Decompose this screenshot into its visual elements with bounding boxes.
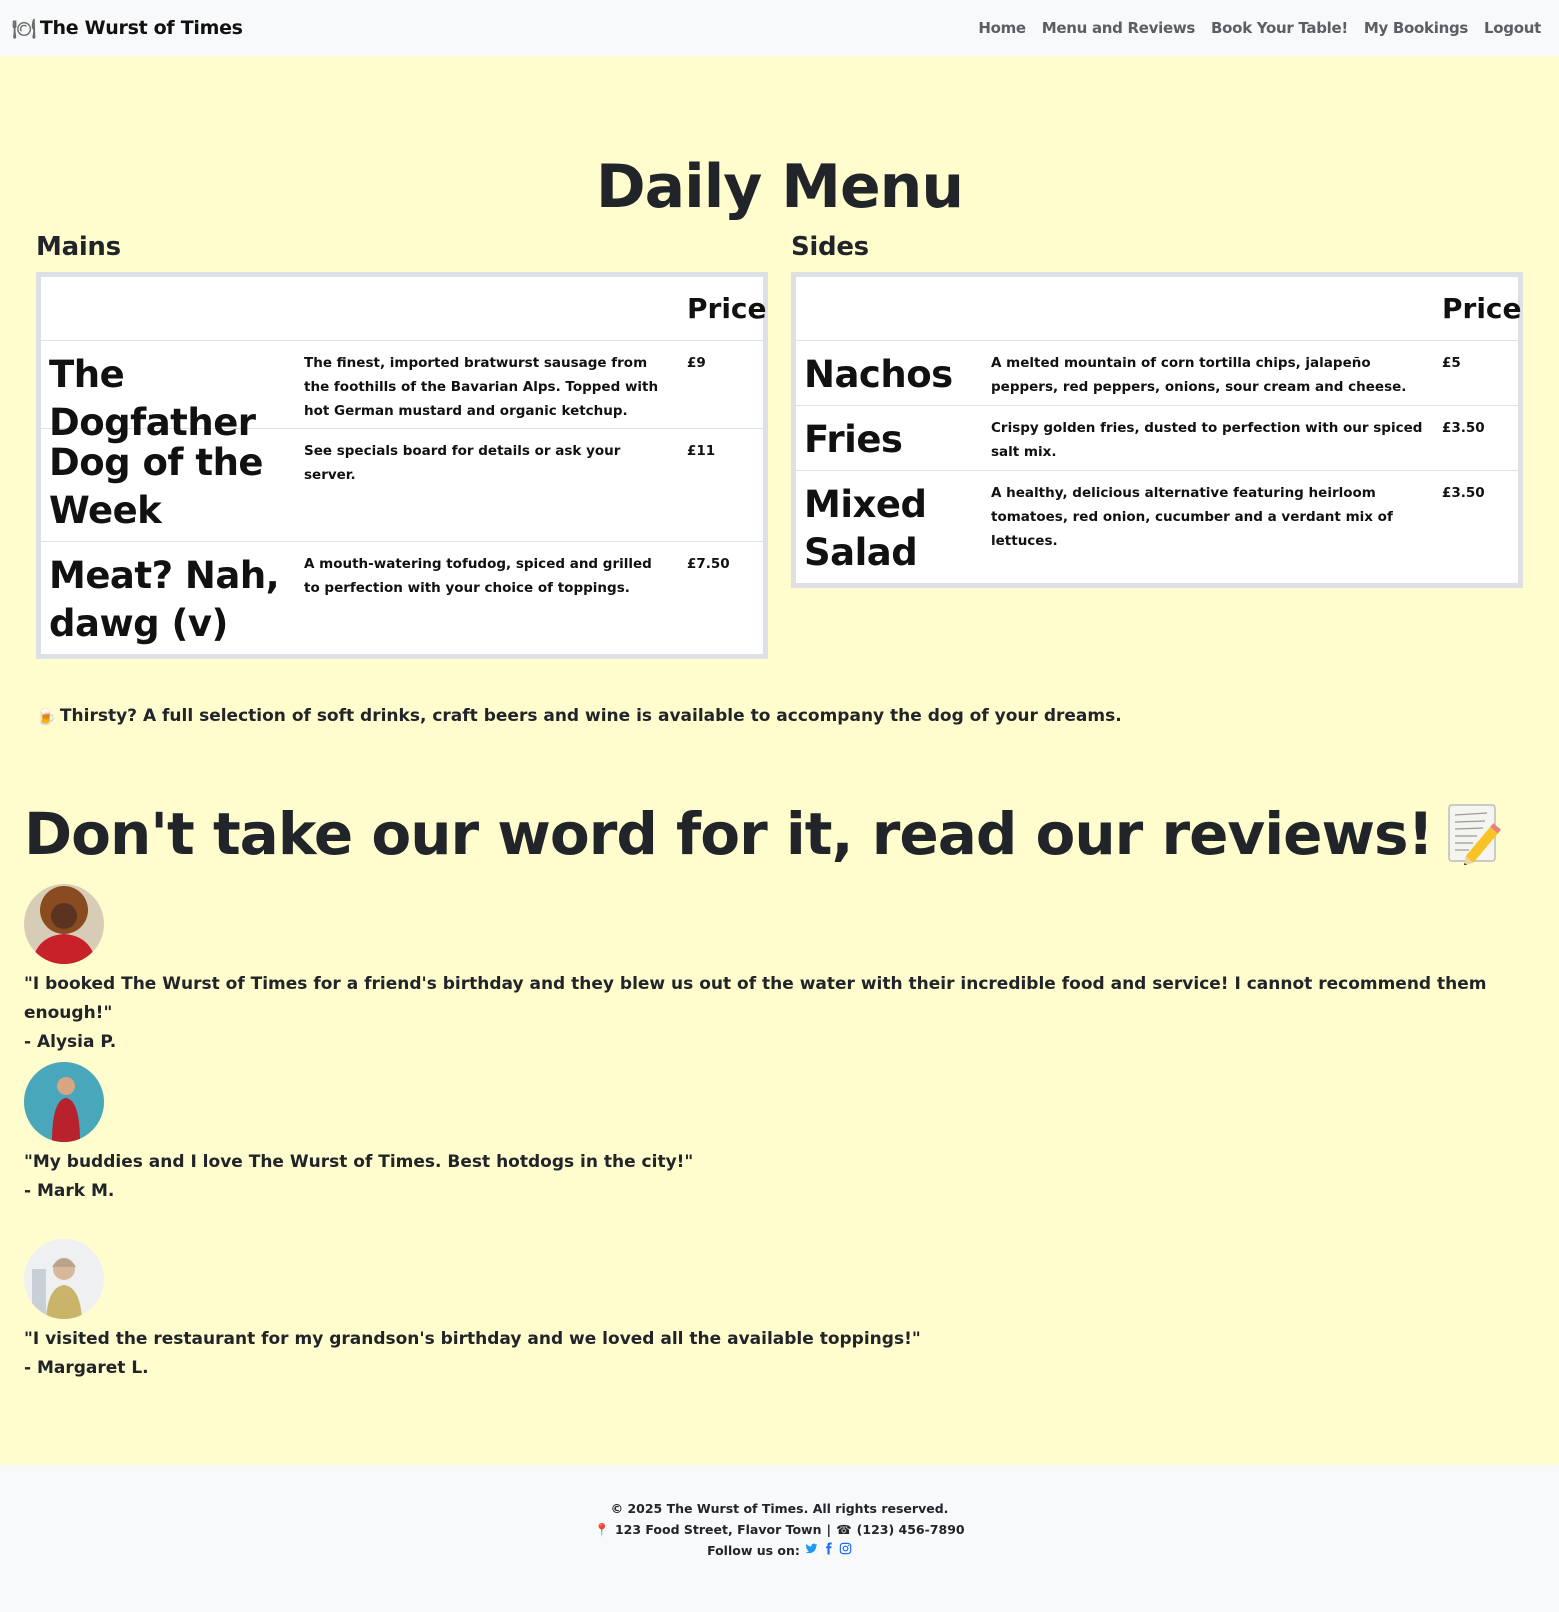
review-quote: "My buddies and I love The Wurst of Time… — [24, 1152, 694, 1172]
dish-description: Crispy golden fries, dusted to perfectio… — [991, 420, 1423, 460]
footer-social: Follow us on: — [0, 1540, 1559, 1561]
avatar — [24, 1239, 104, 1319]
avatar — [24, 884, 104, 964]
footer-separator: | — [826, 1522, 832, 1537]
mains-table: Price The Dogfather The finest, imported… — [36, 272, 768, 659]
review-quote: "I booked The Wurst of Times for a frien… — [24, 974, 1487, 1023]
review-item: "My buddies and I love The Wurst of Time… — [24, 1062, 1524, 1206]
dish-price: £3.50 — [1442, 485, 1485, 501]
price-header: Price — [687, 292, 767, 325]
main-content: Daily Menu Mains Price The Dogfather The… — [0, 56, 1559, 1465]
nav-menu-reviews[interactable]: Menu and Reviews — [1042, 19, 1196, 37]
dish-name: Meat? Nah, dawg (v) — [49, 554, 280, 645]
sides-section: Sides Price Nachos A melted mountain of … — [791, 232, 1523, 588]
footer: © 2025 The Wurst of Times. All rights re… — [0, 1465, 1559, 1612]
table-header: Price — [796, 277, 1522, 340]
dish-name: Fries — [804, 418, 903, 461]
review-item: "I booked The Wurst of Times for a frien… — [24, 884, 1524, 1057]
navbar: 🍽 The Wurst of Times Home Menu and Revie… — [0, 0, 1559, 56]
table-row: Fries Crispy golden fries, dusted to per… — [796, 405, 1518, 470]
table-row: Nachos A melted mountain of corn tortill… — [796, 340, 1518, 405]
social-links — [805, 1540, 852, 1561]
dish-name: Nachos — [804, 353, 953, 396]
sides-table: Price Nachos A melted mountain of corn t… — [791, 272, 1523, 588]
review-quote: "I visited the restaurant for my grandso… — [24, 1329, 921, 1349]
mains-section: Mains Price The Dogfather The finest, im… — [36, 232, 768, 659]
review-item: "I visited the restaurant for my grandso… — [24, 1239, 1524, 1383]
review-author: - Mark M. — [24, 1181, 115, 1201]
dish-description: See specials board for details or ask yo… — [304, 443, 621, 483]
table-row: Dog of the Week See specials board for d… — [41, 428, 763, 541]
brand-link[interactable]: 🍽 The Wurst of Times — [12, 17, 243, 40]
table-row: Meat? Nah, dawg (v) A mouth-watering tof… — [41, 541, 763, 654]
beer-mug-icon: 🍺 — [36, 706, 56, 726]
nav-book-table[interactable]: Book Your Table! — [1211, 19, 1348, 37]
footer-contact: 📍 123 Food Street, Flavor Town | ☎ (123)… — [0, 1519, 1559, 1540]
dish-description: The finest, imported bratwurst sausage f… — [304, 355, 659, 419]
brand-name: The Wurst of Times — [39, 17, 243, 39]
dish-name: Mixed Salad — [804, 483, 927, 574]
page-title: Daily Menu — [595, 152, 964, 222]
plate-cutlery-icon: 🍽 — [12, 17, 36, 40]
twitter-icon[interactable] — [805, 1540, 818, 1561]
dish-price: £9 — [687, 355, 706, 371]
follow-label: Follow us on: — [707, 1543, 800, 1558]
memo-pencil-icon — [1447, 803, 1505, 867]
reviews-title: Don't take our word for it, read our rev… — [24, 800, 1505, 868]
reviews-title-text: Don't take our word for it, read our rev… — [24, 800, 1434, 868]
sides-heading: Sides — [791, 232, 869, 262]
price-header: Price — [1442, 292, 1522, 325]
dish-price: £11 — [687, 443, 716, 459]
dish-description: A melted mountain of corn tortilla chips… — [991, 355, 1407, 395]
map-pin-icon: 📍 — [594, 1522, 610, 1537]
instagram-icon[interactable] — [839, 1540, 852, 1561]
avatar — [24, 1062, 104, 1142]
dish-price: £5 — [1442, 355, 1461, 371]
mains-heading: Mains — [36, 232, 121, 262]
review-author: - Alysia P. — [24, 1032, 117, 1052]
review-author: - Margaret L. — [24, 1358, 149, 1378]
table-row: Mixed Salad A healthy, delicious alterna… — [796, 470, 1518, 583]
drinks-note-text: Thirsty? A full selection of soft drinks… — [59, 706, 1122, 726]
footer-phone: (123) 456-7890 — [856, 1522, 965, 1537]
facebook-icon[interactable] — [822, 1540, 835, 1561]
table-header: Price — [41, 277, 767, 340]
dish-name: Dog of the Week — [49, 441, 264, 532]
drinks-note: 🍺 Thirsty? A full selection of soft drin… — [36, 706, 1122, 726]
phone-icon: ☎ — [836, 1522, 852, 1537]
nav-links: Home Menu and Reviews Book Your Table! M… — [978, 19, 1547, 37]
nav-logout[interactable]: Logout — [1484, 19, 1541, 37]
table-row: The Dogfather The finest, imported bratw… — [41, 340, 763, 444]
nav-home[interactable]: Home — [978, 19, 1026, 37]
dish-price: £7.50 — [687, 556, 730, 572]
nav-my-bookings[interactable]: My Bookings — [1364, 19, 1468, 37]
dish-description: A mouth-watering tofudog, spiced and gri… — [304, 556, 652, 596]
dish-name: The Dogfather — [49, 353, 256, 444]
footer-copyright: © 2025 The Wurst of Times. All rights re… — [610, 1501, 949, 1516]
footer-address: 123 Food Street, Flavor Town — [614, 1522, 822, 1537]
dish-price: £3.50 — [1442, 420, 1485, 436]
dish-description: A healthy, delicious alternative featuri… — [991, 485, 1393, 549]
